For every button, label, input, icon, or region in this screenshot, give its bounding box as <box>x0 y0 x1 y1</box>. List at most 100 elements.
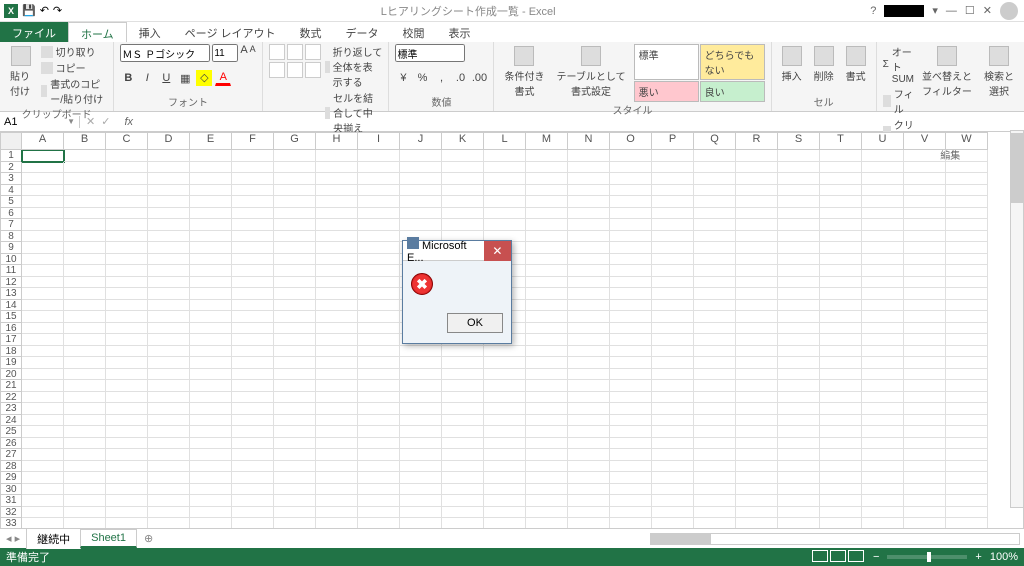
cell[interactable] <box>820 495 862 507</box>
dialog-titlebar[interactable]: Microsoft E... ✕ <box>403 241 511 261</box>
cell[interactable] <box>442 495 484 507</box>
cell[interactable] <box>22 196 64 208</box>
cell[interactable] <box>568 323 610 335</box>
cell[interactable] <box>190 472 232 484</box>
cell[interactable] <box>274 300 316 312</box>
column-header[interactable]: M <box>526 132 568 150</box>
cell[interactable] <box>22 438 64 450</box>
cell[interactable] <box>778 231 820 243</box>
cell[interactable] <box>232 518 274 528</box>
column-header[interactable]: P <box>652 132 694 150</box>
cell[interactable] <box>274 438 316 450</box>
cell[interactable] <box>442 415 484 427</box>
cell[interactable] <box>904 438 946 450</box>
cell[interactable] <box>610 150 652 162</box>
cell[interactable] <box>904 219 946 231</box>
cell[interactable] <box>442 219 484 231</box>
cell[interactable] <box>442 369 484 381</box>
cell[interactable] <box>736 507 778 519</box>
cell[interactable] <box>232 461 274 473</box>
cell[interactable] <box>820 472 862 484</box>
cell[interactable] <box>736 265 778 277</box>
cell[interactable] <box>694 323 736 335</box>
cell[interactable] <box>946 438 988 450</box>
cell[interactable] <box>820 162 862 174</box>
cell[interactable] <box>232 162 274 174</box>
cell[interactable] <box>778 426 820 438</box>
cell[interactable] <box>274 507 316 519</box>
cell[interactable] <box>778 242 820 254</box>
cell[interactable] <box>358 254 400 266</box>
cell[interactable] <box>652 369 694 381</box>
cell[interactable] <box>274 162 316 174</box>
cell[interactable] <box>316 265 358 277</box>
cell[interactable] <box>652 311 694 323</box>
cell[interactable] <box>820 208 862 220</box>
cell[interactable] <box>736 254 778 266</box>
cell[interactable] <box>568 346 610 358</box>
row-header[interactable]: 17 <box>0 334 22 346</box>
row-header[interactable]: 31 <box>0 495 22 507</box>
cell[interactable] <box>190 403 232 415</box>
cell[interactable] <box>568 369 610 381</box>
cell[interactable] <box>946 334 988 346</box>
cell[interactable] <box>148 242 190 254</box>
cell[interactable] <box>400 208 442 220</box>
cell[interactable] <box>904 173 946 185</box>
cell[interactable] <box>484 403 526 415</box>
cell[interactable] <box>106 472 148 484</box>
wrap-text-button[interactable]: 折り返して全体を表示する <box>325 44 383 89</box>
cell[interactable] <box>106 380 148 392</box>
cell[interactable] <box>274 196 316 208</box>
cell[interactable] <box>820 484 862 496</box>
cell[interactable] <box>232 507 274 519</box>
cell[interactable] <box>610 426 652 438</box>
cell[interactable] <box>778 265 820 277</box>
cell[interactable] <box>148 219 190 231</box>
cell[interactable] <box>358 357 400 369</box>
cell[interactable] <box>148 507 190 519</box>
cell[interactable] <box>442 507 484 519</box>
cell[interactable] <box>148 311 190 323</box>
cell[interactable] <box>526 277 568 289</box>
cell[interactable] <box>274 334 316 346</box>
maximize-icon[interactable]: ☐ <box>965 4 975 17</box>
cell[interactable] <box>946 162 988 174</box>
cell[interactable] <box>568 380 610 392</box>
cell[interactable] <box>316 323 358 335</box>
cancel-fx-icon[interactable]: ✕ <box>86 115 95 128</box>
cell[interactable] <box>778 311 820 323</box>
cell[interactable] <box>820 507 862 519</box>
cell[interactable] <box>652 254 694 266</box>
cell[interactable] <box>232 219 274 231</box>
cell[interactable] <box>526 449 568 461</box>
cell[interactable] <box>862 231 904 243</box>
cell[interactable] <box>610 173 652 185</box>
cell[interactable] <box>64 208 106 220</box>
column-header[interactable]: R <box>736 132 778 150</box>
cell[interactable] <box>652 357 694 369</box>
column-header[interactable]: S <box>778 132 820 150</box>
cell[interactable] <box>610 392 652 404</box>
cell[interactable] <box>820 403 862 415</box>
cell[interactable] <box>610 265 652 277</box>
cell[interactable] <box>22 288 64 300</box>
cell[interactable] <box>904 426 946 438</box>
cell[interactable] <box>442 346 484 358</box>
cell[interactable] <box>904 254 946 266</box>
cell[interactable] <box>778 254 820 266</box>
cell[interactable] <box>610 438 652 450</box>
cell[interactable] <box>526 173 568 185</box>
cell[interactable] <box>526 231 568 243</box>
cell[interactable] <box>484 173 526 185</box>
cell[interactable] <box>820 392 862 404</box>
cell[interactable] <box>820 334 862 346</box>
cell[interactable] <box>190 392 232 404</box>
cell[interactable] <box>274 231 316 243</box>
cell[interactable] <box>484 507 526 519</box>
insert-cells-button[interactable]: 挿入 <box>778 44 806 85</box>
cell[interactable] <box>946 426 988 438</box>
cell[interactable] <box>106 369 148 381</box>
cell[interactable] <box>358 484 400 496</box>
cell[interactable] <box>232 346 274 358</box>
